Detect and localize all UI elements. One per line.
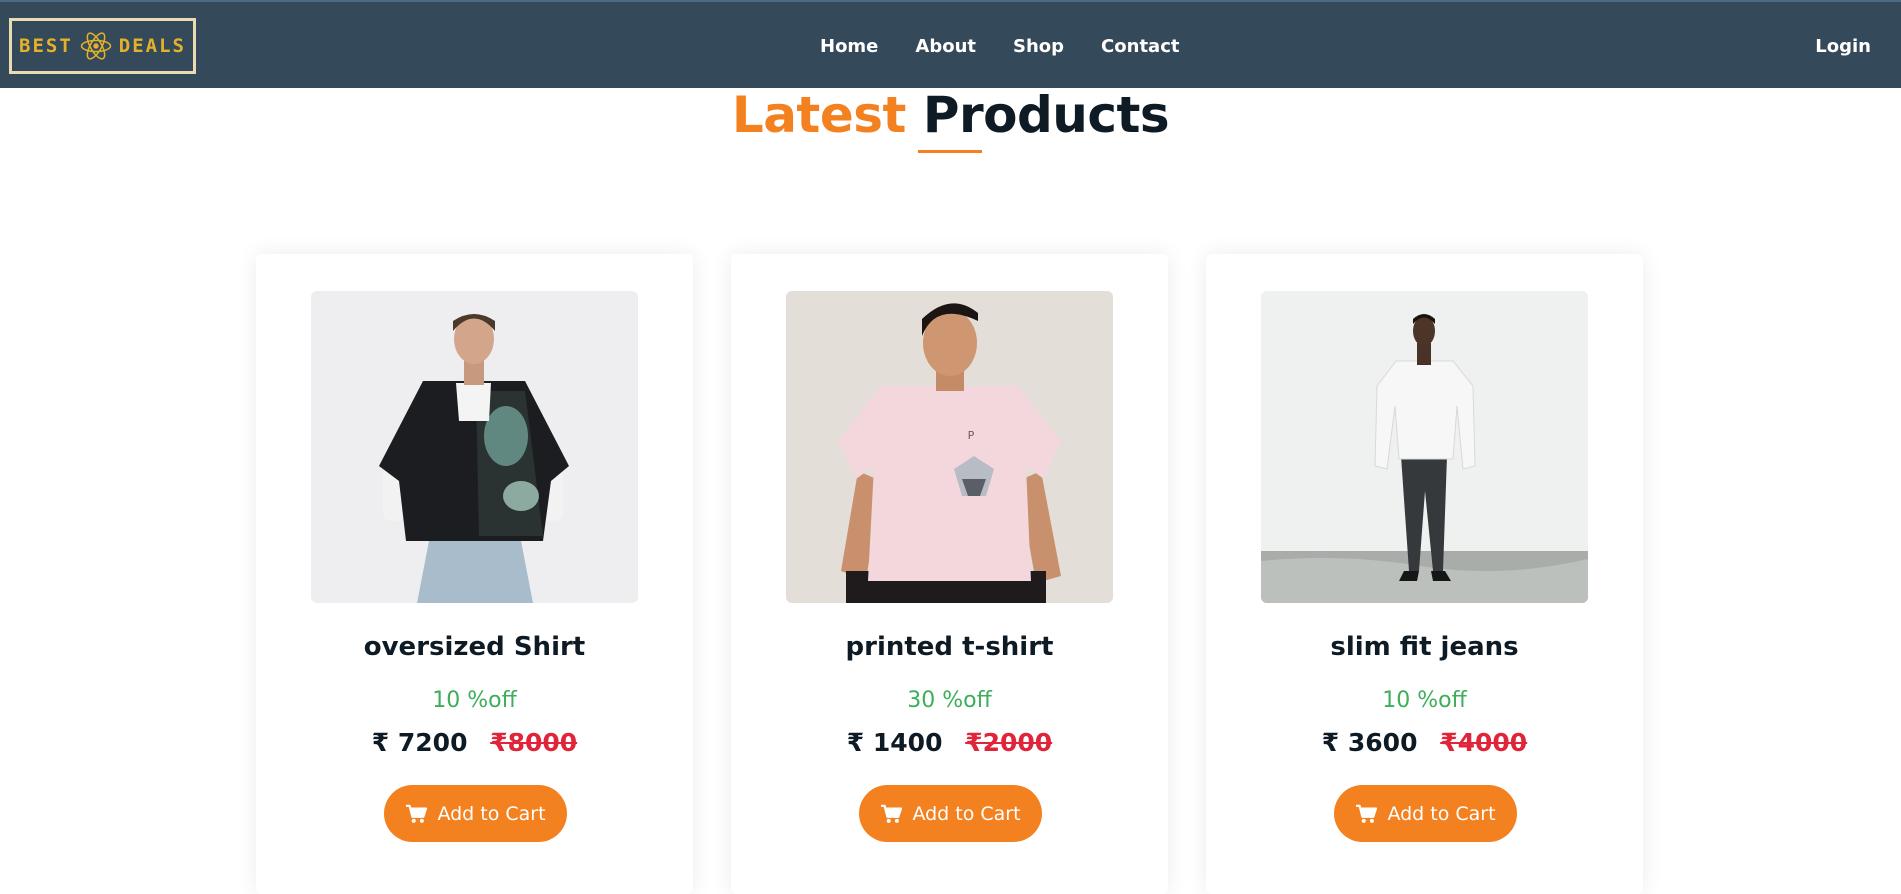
section-title: Latest Products [0, 86, 1901, 144]
price-row: ₹ 7200 ₹8000 [256, 728, 693, 757]
brand-logo[interactable]: BEST DEALS [9, 18, 196, 74]
atom-icon [80, 32, 111, 60]
nav-link-about[interactable]: About [915, 36, 976, 57]
product-name: oversized Shirt [363, 632, 586, 662]
title-underline [918, 150, 982, 153]
nav-link-home[interactable]: Home [820, 36, 878, 57]
add-to-cart-label: Add to Cart [1387, 802, 1496, 825]
section-title-accent: Latest [731, 86, 907, 144]
product-card: oversized Shirt 10 %off ₹ 7200 ₹8000 Add… [256, 254, 693, 894]
shopping-cart-icon [1356, 804, 1378, 823]
main-nav: Home About Shop Contact [820, 2, 1179, 90]
nav-link-shop[interactable]: Shop [1013, 36, 1064, 57]
product-image[interactable] [1261, 291, 1588, 603]
discount-label: 10 %off [1382, 688, 1467, 713]
discount-label: 30 %off [907, 688, 992, 713]
login-link[interactable]: Login [1815, 2, 1871, 90]
original-price: ₹4000 [1440, 728, 1528, 757]
add-to-cart-label: Add to Cart [437, 802, 546, 825]
shopping-cart-icon [881, 804, 903, 823]
original-price: ₹2000 [965, 728, 1053, 757]
product-image[interactable]: P [786, 291, 1113, 603]
current-price: ₹ 3600 [1321, 728, 1418, 757]
price-row: ₹ 1400 ₹2000 [731, 728, 1168, 757]
shopping-cart-icon [406, 804, 428, 823]
discount-label: 10 %off [432, 688, 517, 713]
svg-text:P: P [968, 429, 975, 442]
original-price: ₹8000 [490, 728, 578, 757]
add-to-cart-label: Add to Cart [912, 802, 1021, 825]
add-to-cart-button[interactable]: Add to Cart [859, 785, 1042, 842]
price-row: ₹ 3600 ₹4000 [1206, 728, 1643, 757]
product-photo-tshirt: P [786, 291, 1113, 603]
current-price: ₹ 1400 [846, 728, 943, 757]
product-card: P printed t-shirt 30 %off ₹ 1400 ₹2000 A… [731, 254, 1168, 894]
product-image[interactable] [311, 291, 638, 603]
product-photo-shirt [311, 291, 638, 603]
add-to-cart-button[interactable]: Add to Cart [1334, 785, 1517, 842]
logo-inner: BEST DEALS [19, 29, 186, 63]
add-to-cart-button[interactable]: Add to Cart [384, 785, 567, 842]
product-card: slim fit jeans 10 %off ₹ 3600 ₹4000 Add … [1206, 254, 1643, 894]
navbar: BEST DEALS Home About Shop Contact Login [0, 0, 1901, 88]
logo-text-right: DEALS [118, 35, 186, 57]
product-photo-jeans [1261, 291, 1588, 603]
product-name: printed t-shirt [845, 632, 1054, 662]
current-price: ₹ 7200 [371, 728, 468, 757]
product-name: slim fit jeans [1330, 632, 1519, 662]
nav-link-contact[interactable]: Contact [1101, 36, 1179, 57]
section-title-main: Products [922, 86, 1170, 144]
logo-text-left: BEST [19, 35, 73, 57]
